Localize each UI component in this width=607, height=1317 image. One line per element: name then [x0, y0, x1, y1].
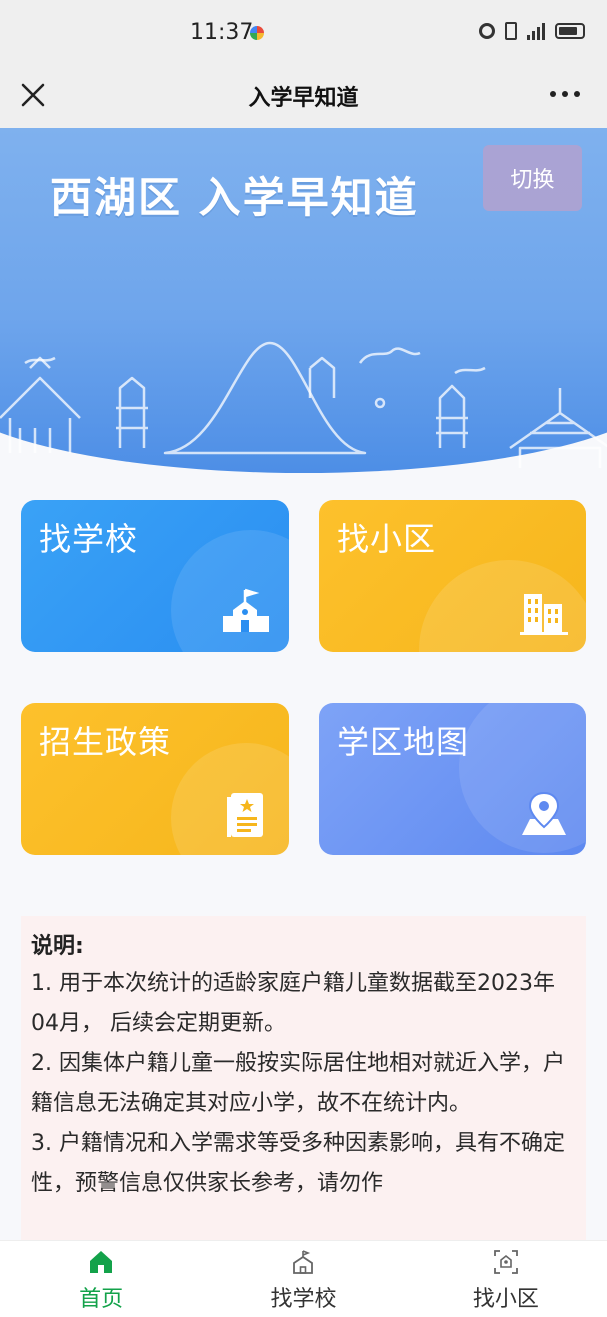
tab-label: 首页: [79, 1287, 124, 1312]
tab-find-community[interactable]: 找小区: [405, 1241, 607, 1317]
west-lake-illustration: [0, 341, 607, 468]
tab-find-school[interactable]: 找学校: [202, 1241, 404, 1317]
alarm-icon: [479, 23, 495, 39]
status-icons: [479, 22, 585, 40]
nav-bar: 入学早知道: [0, 68, 607, 128]
school-district-map-card[interactable]: 学区地图: [319, 703, 586, 855]
battery-icon: [555, 23, 585, 39]
signal-icon: [527, 22, 545, 40]
status-time: 11:37: [190, 20, 254, 45]
switch-button[interactable]: 切换: [483, 145, 582, 211]
map-pin-icon: [522, 791, 566, 835]
notice-item: 2. 因集体户籍儿童一般按实际居住地相对就近入学，户籍信息无法确定其对应小学，故…: [31, 1051, 565, 1116]
card-label: 学区地图: [337, 723, 470, 761]
tab-home[interactable]: 首页: [0, 1241, 202, 1317]
card-label: 找学校: [39, 520, 139, 558]
home-icon: [90, 1251, 113, 1273]
notice-item: 3. 户籍情况和入学需求等受多种因素影响，具有不确定性，预警信息仅供家长参考，请…: [31, 1131, 565, 1196]
notice-section: 说明: 1. 用于本次统计的适龄家庭户籍儿童数据截至2023年04月， 后续会定…: [21, 916, 586, 1256]
community-scan-icon: [493, 1250, 518, 1274]
policy-document-icon: [227, 793, 263, 837]
school-icon: [293, 1250, 314, 1274]
status-bar: 11:37: [0, 0, 607, 68]
card-label: 找小区: [337, 520, 437, 558]
find-school-card[interactable]: 找学校: [21, 500, 289, 652]
banner: 西湖区 入学早知道 切换: [0, 128, 607, 473]
vibrate-icon: [505, 22, 517, 40]
tab-label: 找小区: [472, 1287, 539, 1312]
tab-label: 找学校: [270, 1287, 337, 1312]
more-icon[interactable]: [547, 82, 583, 106]
bottom-tab-bar: 首页 找学校 找小区: [0, 1240, 607, 1317]
school-icon: [223, 588, 269, 632]
app-indicator-icon: [250, 26, 264, 40]
card-label: 招生政策: [39, 723, 172, 761]
admission-policy-card[interactable]: 招生政策: [21, 703, 289, 855]
banner-title: 西湖区 入学早知道: [50, 173, 419, 222]
notice-item: 1. 用于本次统计的适龄家庭户籍儿童数据截至2023年04月， 后续会定期更新。: [31, 971, 555, 1036]
building-icon: [520, 594, 568, 635]
notice-title: 说明:: [31, 934, 84, 959]
find-community-card[interactable]: 找小区: [319, 500, 586, 652]
page-title: 入学早知道: [248, 86, 359, 111]
